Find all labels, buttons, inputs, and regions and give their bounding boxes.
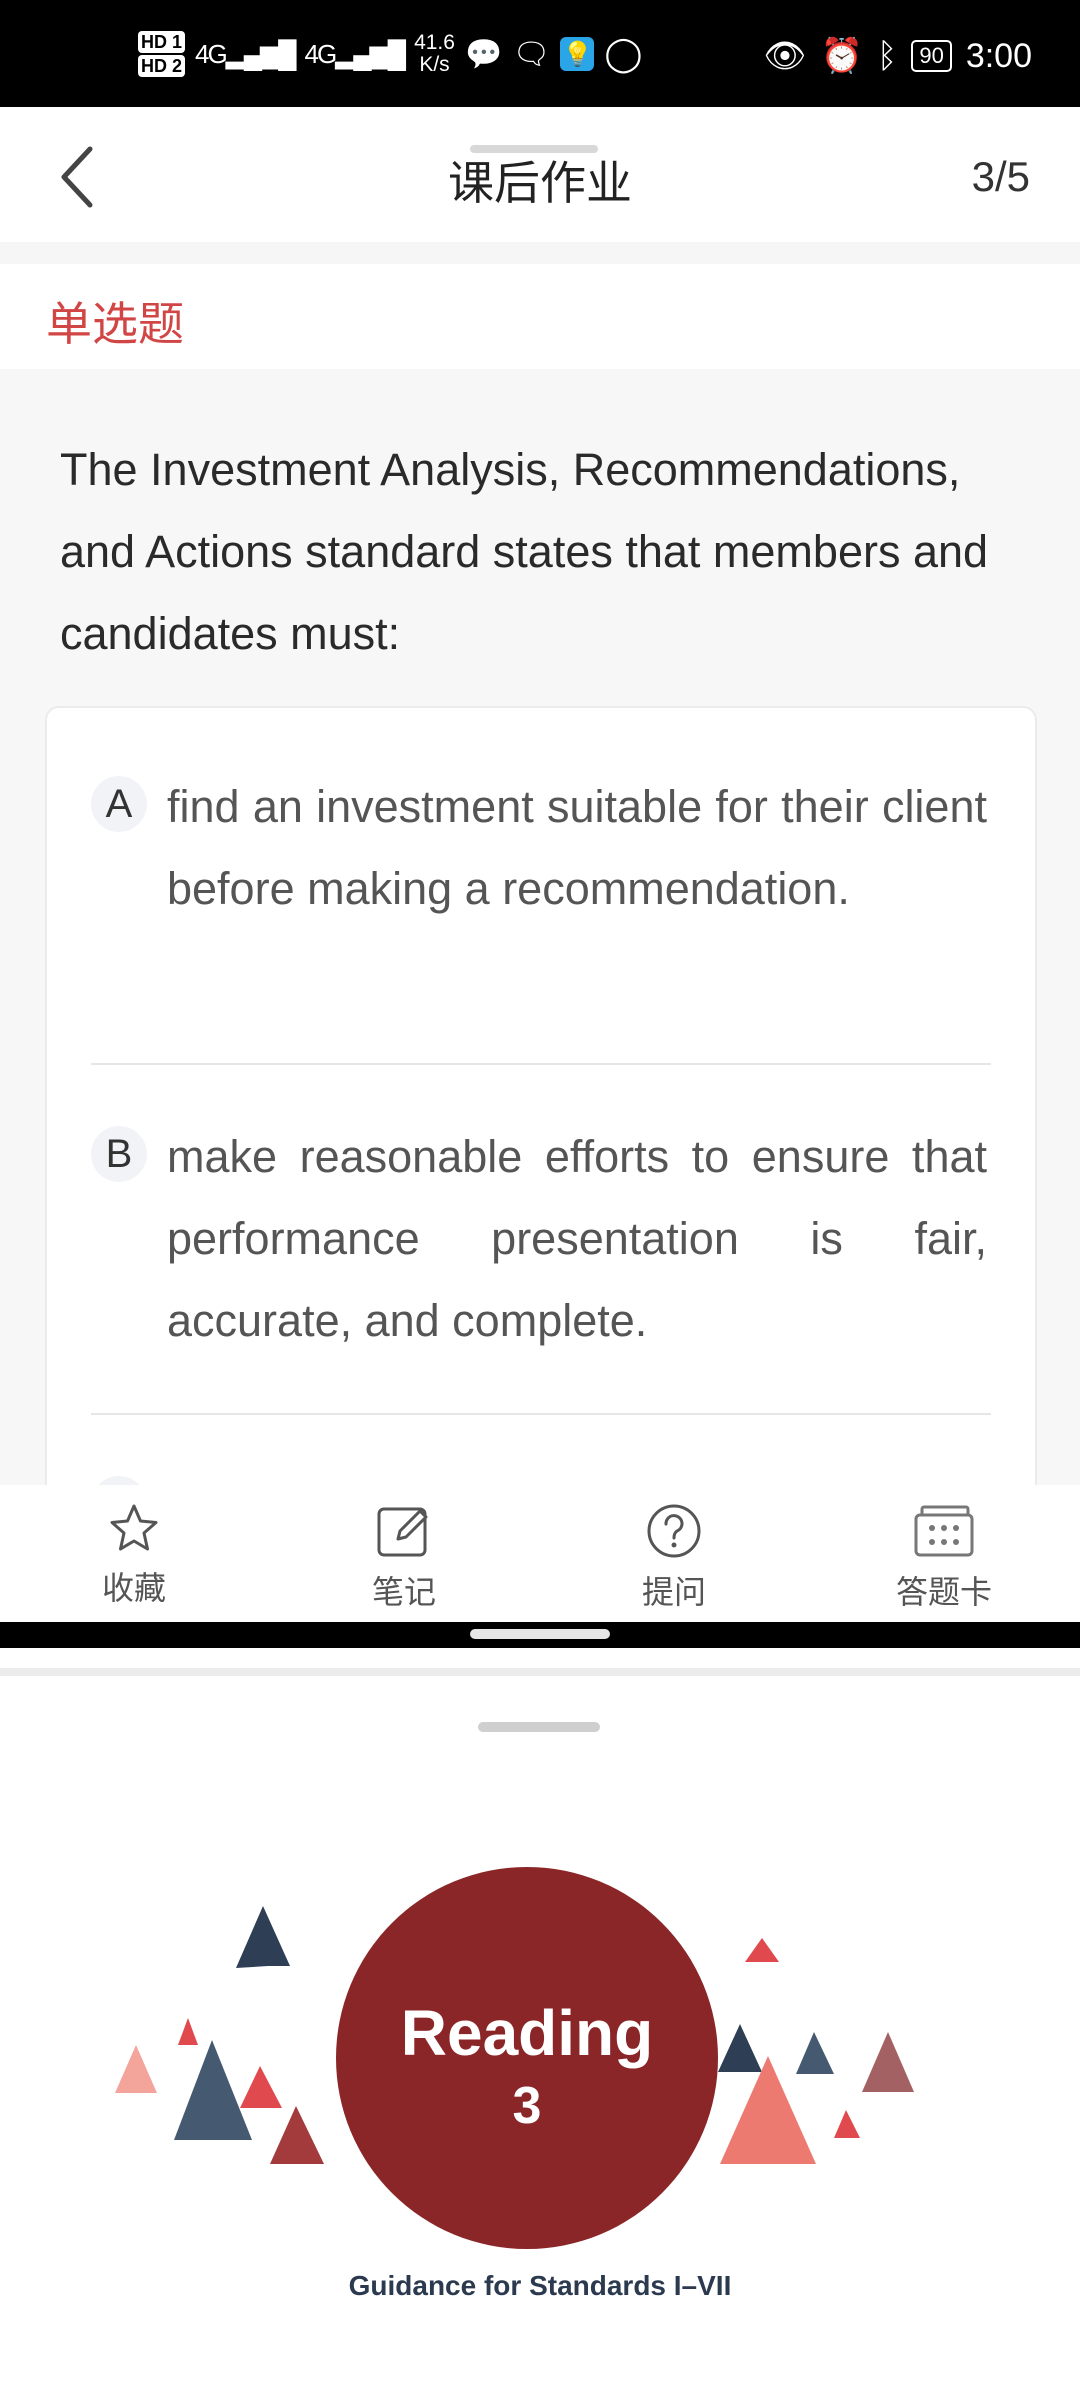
question-counter: 3/5 [971, 153, 1030, 200]
ask-label: 提问 [641, 1574, 706, 1610]
loading-circle-icon: ◯ [604, 35, 643, 73]
bluetooth-icon: ᛒ [876, 36, 898, 75]
split-drag-handle[interactable] [470, 1629, 610, 1639]
option-a-text: find an investment suitable for their cl… [167, 781, 987, 914]
bottom-toolbar: 收藏 笔记 提问 答题卡 [0, 1485, 1080, 1622]
notes-label: 笔记 [371, 1574, 436, 1610]
hd2-label: HD 2 [138, 55, 186, 77]
clock-time: 3:00 [965, 36, 1032, 75]
header-gap [0, 242, 1080, 264]
favorite-button[interactable]: 收藏 [54, 1501, 214, 1609]
triangle-shape [862, 2032, 914, 2092]
triangle-shape [834, 2110, 860, 2138]
option-divider [91, 1063, 991, 1065]
triangle-shape [718, 2024, 762, 2072]
network-speed: 41.6 K/s [414, 32, 455, 76]
speed-unit: K/s [419, 53, 450, 76]
triangle-shape [745, 1938, 779, 1962]
triangle-shape [174, 2040, 252, 2140]
star-icon [110, 1504, 158, 1551]
question-circle-icon [647, 1504, 701, 1558]
message-icon: 🗨 [512, 37, 551, 71]
triangle-shape [796, 2032, 834, 2074]
answer-card-button[interactable]: 答题卡 [864, 1501, 1024, 1613]
triangle-shape [236, 1906, 290, 1968]
edit-note-icon [377, 1507, 428, 1557]
hd1-label: HD 1 [138, 31, 186, 53]
question-area: The Investment Analysis, Recommendations… [0, 369, 1080, 1510]
notes-button[interactable]: 笔记 [324, 1501, 484, 1613]
app-header: 课后作业 3/5 [0, 107, 1080, 242]
status-left: HD 1 HD 2 4G▂▄▆█ 4G▂▄▆█ 41.6 K/s 💬 🗨 💡 ◯ [138, 30, 642, 78]
option-b-text: make reasonable efforts to ensure that p… [167, 1131, 987, 1346]
option-a-letter: A [91, 776, 147, 832]
triangle-shape [240, 2066, 282, 2108]
reading-title: Reading [400, 1997, 654, 2069]
ask-button[interactable]: 提问 [594, 1501, 754, 1613]
question-type-row: 单选题 [0, 264, 1080, 369]
answer-card-icon [914, 1505, 974, 1557]
wechat-icon: 💬 [464, 37, 503, 71]
signal1-label: 4G [195, 38, 228, 69]
favorite-label: 收藏 [101, 1570, 166, 1606]
signal-icon-2: 4G▂▄▆█ [304, 38, 407, 69]
slide-subtitle: Guidance for Standards I–VII [348, 2270, 732, 2301]
signal-icon: 4G▂▄▆█ [195, 38, 297, 69]
status-right: 👁 ⏰ ᛒ 90 3:00 [763, 36, 1032, 76]
triangle-shape [115, 2045, 157, 2093]
bulb-icon: 💡 [560, 37, 595, 71]
options-card: A find an investment suitable for their … [45, 706, 1037, 1510]
eye-icon: 👁 [763, 37, 807, 75]
answer-card-label: 答题卡 [895, 1574, 992, 1610]
speed-value: 41.6 [414, 31, 455, 54]
question-text: The Investment Analysis, Recommendations… [60, 444, 989, 659]
alarm-icon: ⏰ [820, 37, 863, 75]
triangle-shape [270, 2106, 324, 2164]
status-bar: HD 1 HD 2 4G▂▄▆█ 4G▂▄▆█ 41.6 K/s 💬 🗨 💡 ◯… [0, 0, 1080, 107]
reading-number: 3 [512, 2077, 542, 2135]
signal2-label: 4G [304, 38, 338, 69]
page-title: 课后作业 [448, 157, 632, 209]
battery-icon: 90 [911, 40, 952, 72]
question-type-label: 单选题 [46, 298, 184, 350]
lower-panel: Reading 3 Guidance for Standards I–VII [0, 1648, 1080, 2400]
option-b-letter: B [91, 1126, 147, 1182]
hd-indicator: HD 1 HD 2 [138, 30, 186, 78]
option-divider-2 [91, 1413, 991, 1415]
triangle-shape [178, 2018, 198, 2045]
